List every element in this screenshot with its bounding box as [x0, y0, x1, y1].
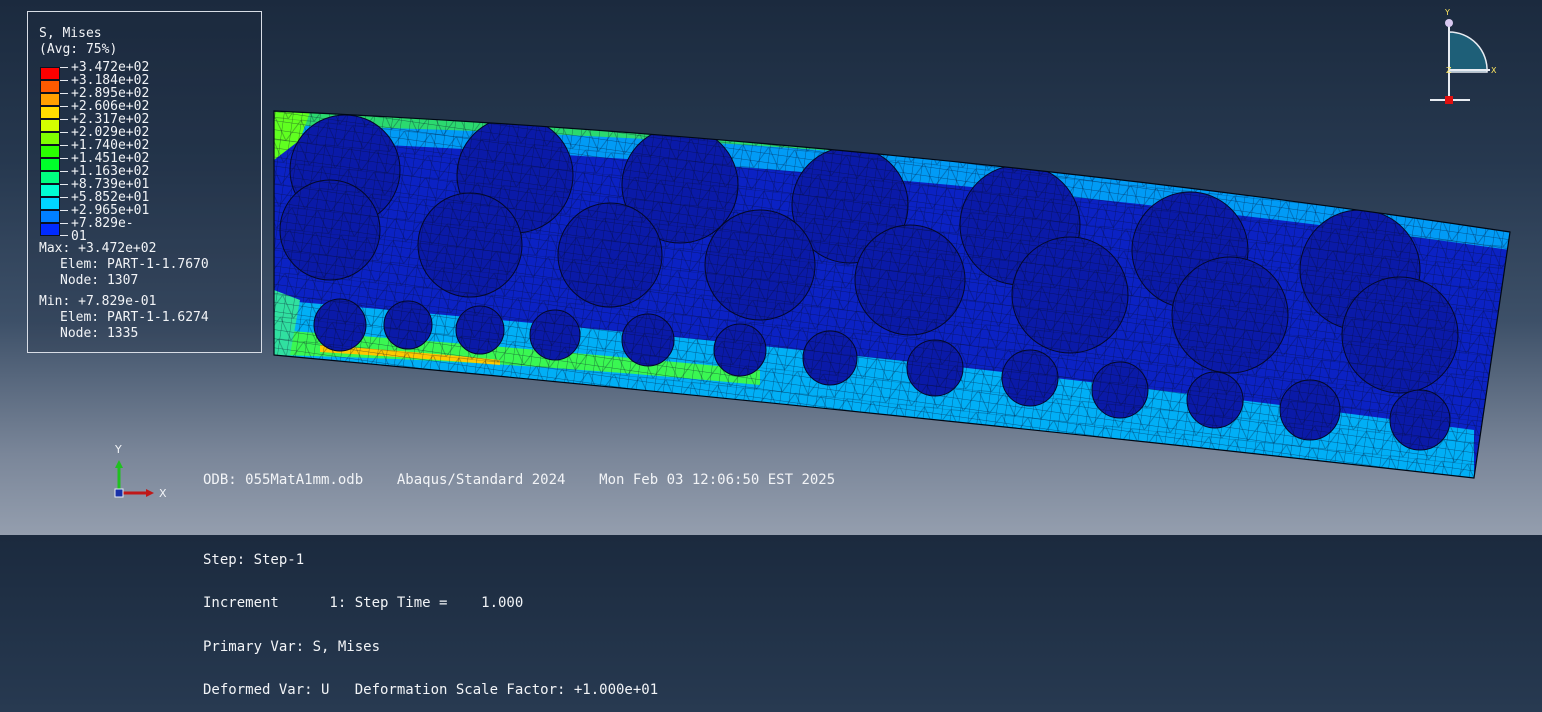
legend-tick — [60, 80, 68, 81]
view-triad-2d[interactable]: Y X — [104, 440, 184, 510]
legend-max-node: Node: 1307 — [60, 273, 139, 288]
legend-swatch — [40, 184, 60, 197]
legend-max-elem: Elem: PART-1-1.7670 — [60, 257, 209, 272]
legend-min-value: Min: +7.829e-01 — [39, 294, 157, 309]
legend-swatch — [40, 132, 60, 145]
legend-swatch — [40, 158, 60, 171]
legend-tick — [60, 106, 68, 107]
triad-3d-y-label: Y — [1444, 8, 1450, 17]
viewport-info-text: ODB: 055MatA1mm.odb Abaqus/Standard 2024… — [203, 444, 835, 712]
legend-min-elem: Elem: PART-1-1.6274 — [60, 310, 209, 325]
info-odb-line: ODB: 055MatA1mm.odb Abaqus/Standard 2024… — [203, 472, 836, 488]
view-triad-3d[interactable]: Y X Z — [1422, 2, 1512, 112]
legend-title: S, Mises — [39, 26, 102, 41]
triad-2d-y-label: Y — [114, 443, 122, 456]
legend-swatch — [40, 197, 60, 210]
triad-3d-z-label: Z — [1446, 66, 1452, 75]
legend-min-node: Node: 1335 — [60, 326, 139, 341]
legend-tick — [60, 158, 68, 159]
legend-tick — [60, 132, 68, 133]
legend-swatch — [40, 210, 60, 223]
legend-tick — [60, 171, 68, 172]
legend-tick — [60, 210, 68, 211]
legend-tick — [60, 197, 68, 198]
legend-subtitle: (Avg: 75%) — [39, 42, 118, 57]
info-deformed-var-line: Deformed Var: U Deformation Scale Factor… — [203, 682, 659, 698]
triad-2d-x-label: X — [159, 487, 167, 500]
triad-3d-x-label: X — [1491, 66, 1497, 75]
legend-swatch — [40, 145, 60, 158]
info-increment-line: Increment 1: Step Time = 1.000 — [203, 595, 524, 611]
legend-tick — [60, 235, 68, 236]
legend-swatch — [40, 223, 60, 236]
legend-swatch — [40, 106, 60, 119]
legend-max-value: Max: +3.472e+02 — [39, 241, 157, 256]
beam-body — [274, 111, 1510, 478]
legend-swatch — [40, 93, 60, 106]
legend-tick — [60, 145, 68, 146]
legend-tick-label: +7.829e-01 — [71, 216, 134, 244]
info-primary-var-line: Primary Var: S, Mises — [203, 638, 381, 655]
legend-tick — [60, 184, 68, 185]
legend-swatch — [40, 119, 60, 132]
info-step-line: Step: Step-1 — [203, 551, 305, 568]
legend-swatch — [40, 80, 60, 93]
legend-tick — [60, 93, 68, 94]
triad-2d-icon: Y X — [114, 443, 167, 500]
legend-tick — [60, 223, 68, 224]
triad-3d-icon: Y X Z — [1430, 8, 1497, 104]
legend-swatch — [40, 171, 60, 184]
legend-swatch — [40, 67, 60, 80]
stress-legend[interactable]: S, Mises (Avg: 75%) +3.472e+02 +3.184e+02… — [27, 11, 262, 353]
legend-tick — [60, 67, 68, 68]
legend-tick — [60, 119, 68, 120]
